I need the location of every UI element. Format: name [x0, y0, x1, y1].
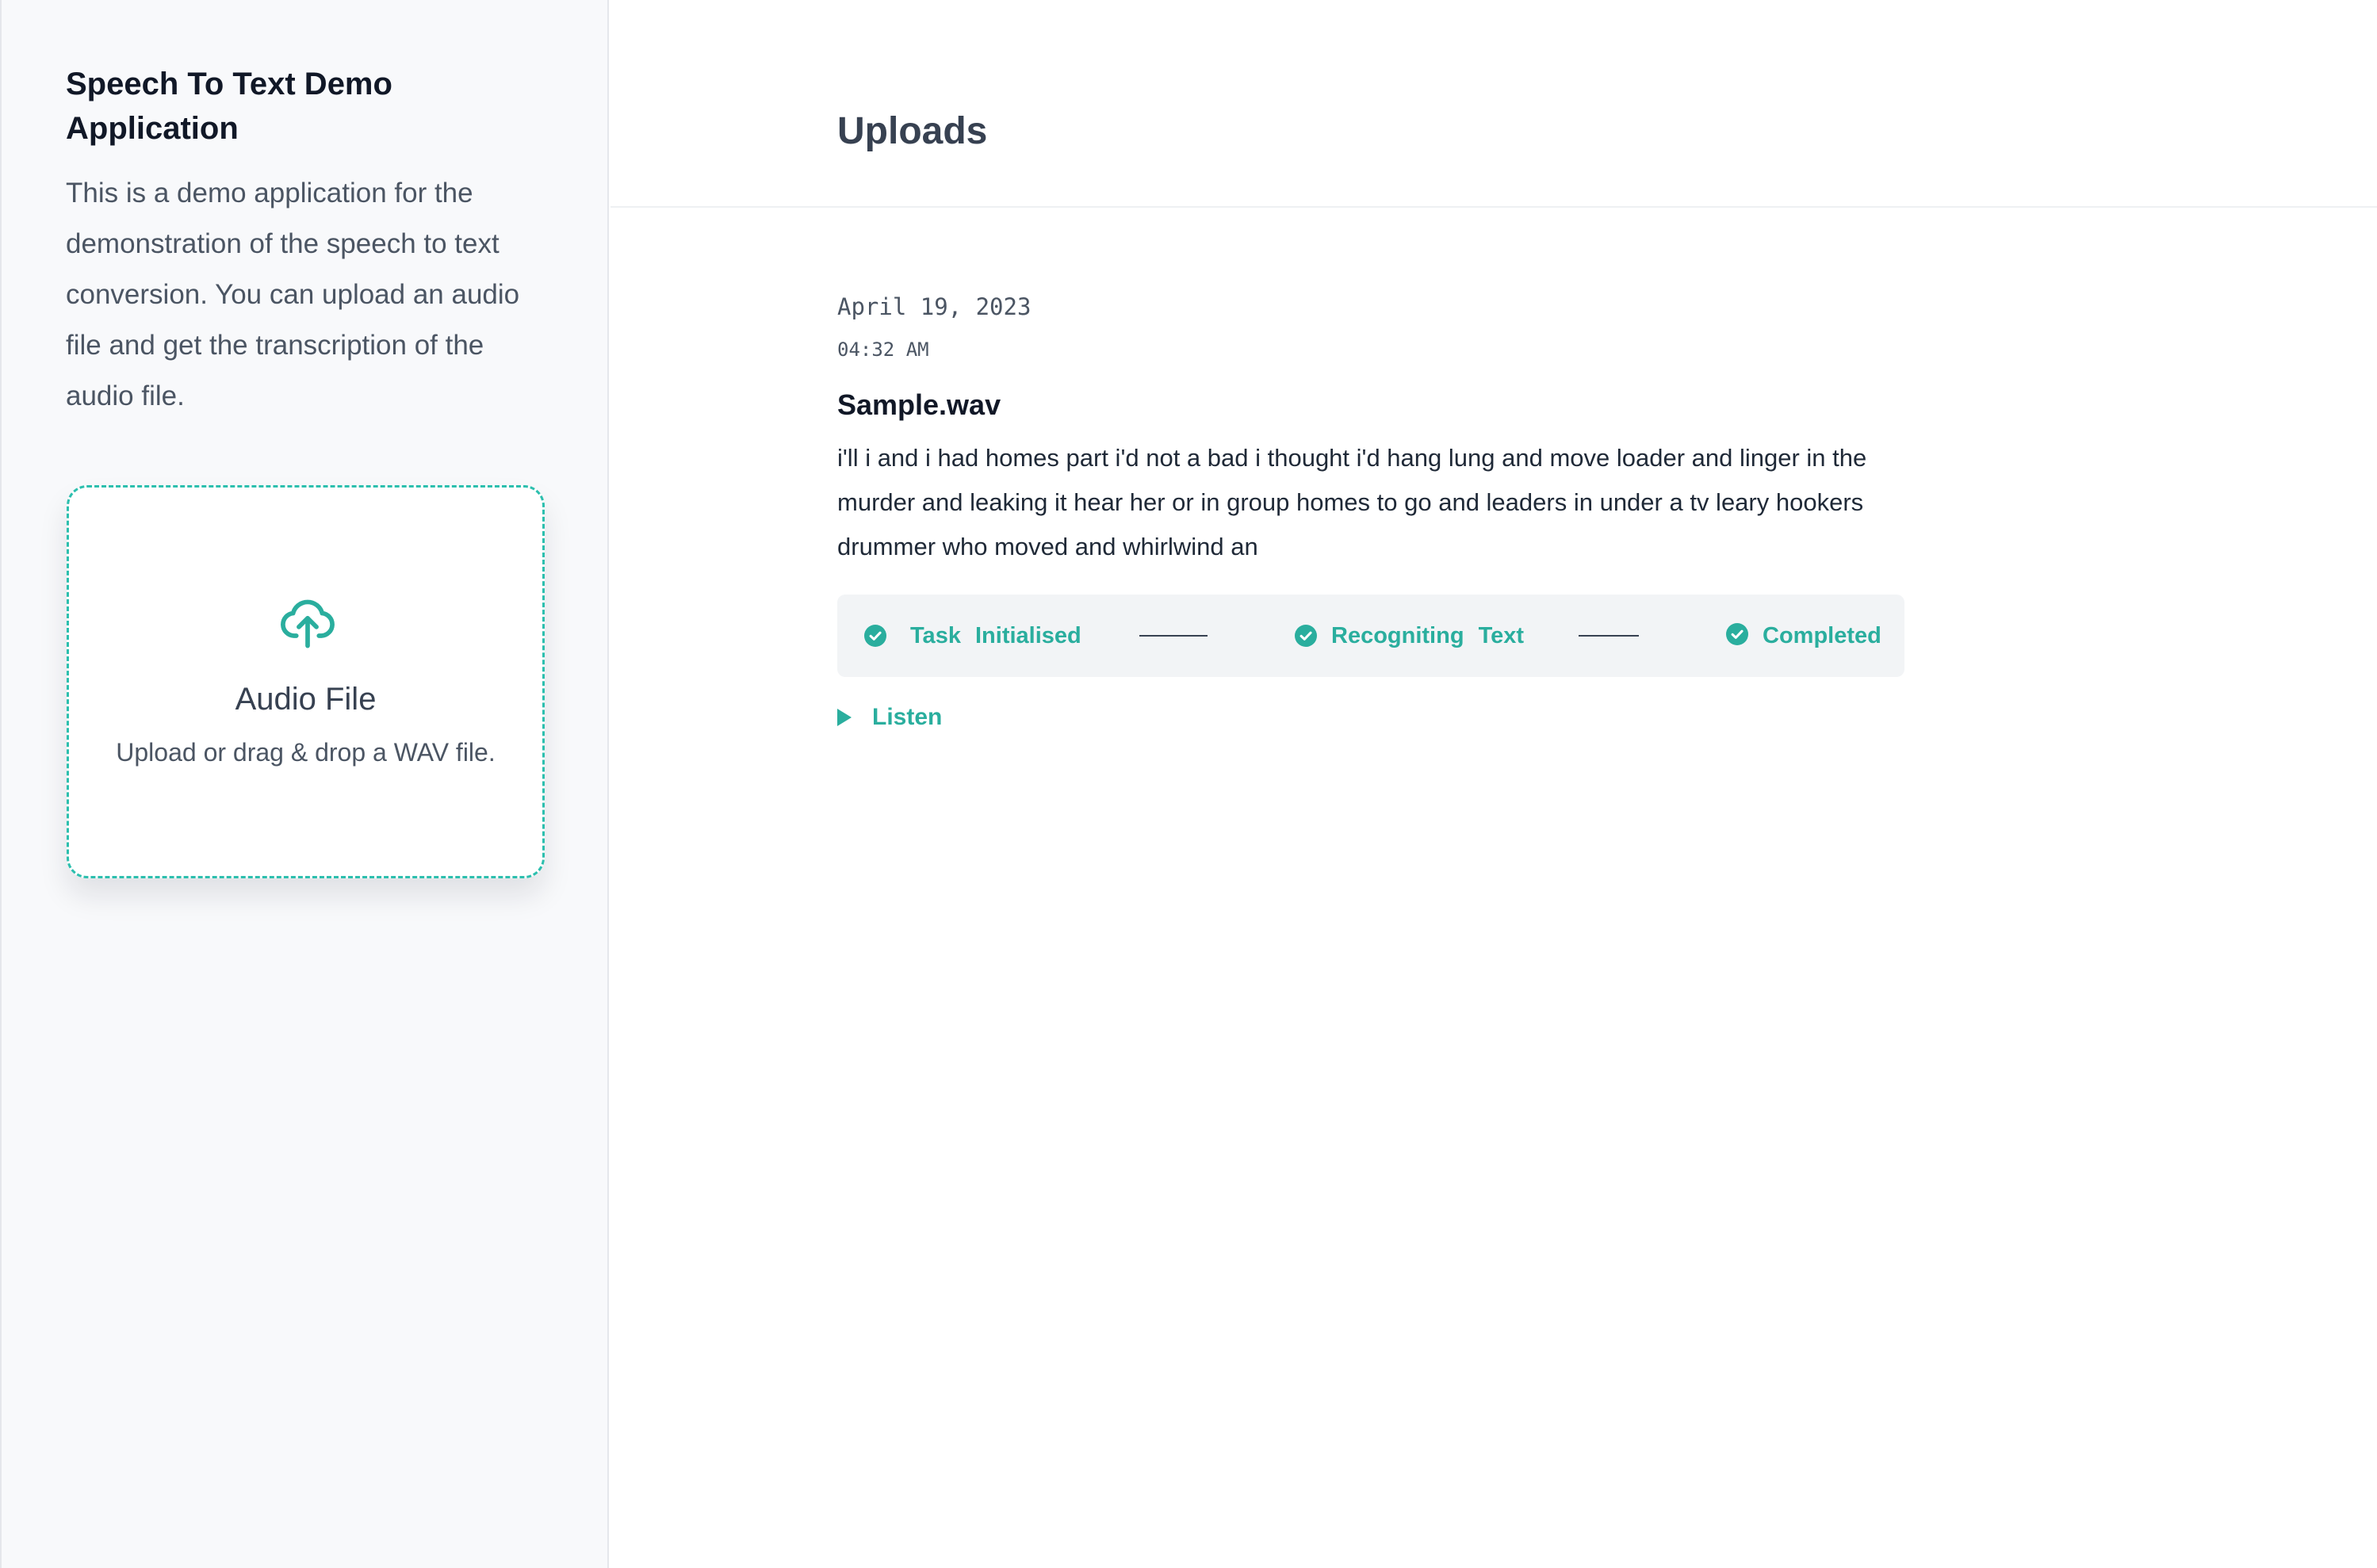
upload-time: 04:32 AM [837, 338, 929, 361]
step-connector [1579, 635, 1639, 637]
page-title: Uploads [837, 110, 988, 152]
upload-date: April 19, 2023 [837, 293, 1032, 320]
app-description: This is a demo application for the demon… [66, 178, 520, 411]
check-circle-icon [864, 625, 886, 647]
audio-upload-dropzone[interactable]: Audio File Upload or drag & drop a WAV f… [67, 485, 545, 878]
app-title: Speech To Text Demo Application [66, 67, 392, 146]
listen-label: Listen [872, 704, 943, 730]
step-completed: Completed [1726, 595, 1881, 677]
sidebar: Speech To Text Demo Application This is … [0, 0, 609, 1568]
step-recogniting-text: Recogniting Text [1295, 595, 1524, 677]
check-circle-icon [1726, 623, 1748, 645]
play-triangle-icon [837, 709, 852, 726]
main-content: Uploads April 19, 2023 04:32 AM Sample.w… [611, 0, 2377, 1568]
step-task-initialised: Task Initialised [864, 595, 1081, 677]
step-label: Task Initialised [910, 622, 1081, 648]
main-header: Uploads [611, 0, 2377, 208]
upload-hint: Upload or drag & drop a WAV file. [116, 738, 496, 767]
progress-steps: Task Initialised Recogniting Text Comple… [837, 595, 1904, 677]
upload-title: Audio File [235, 682, 377, 717]
step-label: Recogniting Text [1331, 622, 1525, 648]
listen-toggle[interactable]: Listen [837, 704, 942, 731]
upload-filename: Sample.wav [837, 388, 1001, 421]
cloud-upload-icon [281, 599, 335, 648]
transcript-text: i'll i and i had homes part i'd not a ba… [837, 444, 1867, 560]
check-circle-icon [1295, 625, 1317, 647]
step-label: Completed [1763, 622, 1881, 648]
step-connector [1139, 635, 1208, 637]
